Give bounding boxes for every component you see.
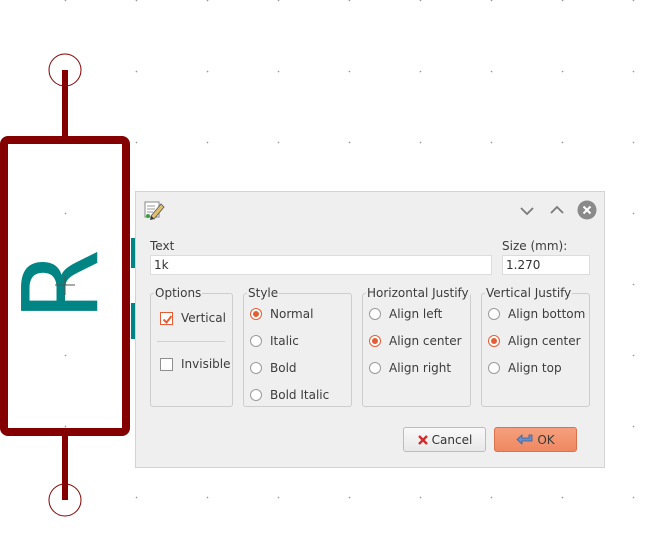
- h-align-center-radio[interactable]: Align center: [369, 334, 462, 348]
- maximize-icon[interactable]: [547, 200, 567, 220]
- v-align-bottom-radio[interactable]: Align bottom: [488, 307, 585, 321]
- radio-indicator[interactable]: [488, 335, 500, 347]
- text-label: Text: [150, 239, 175, 253]
- style-italic-radio[interactable]: Italic: [250, 334, 299, 348]
- radio-indicator[interactable]: [250, 389, 262, 401]
- v-align-top-radio[interactable]: Align top: [488, 361, 562, 375]
- options-divider: [157, 341, 225, 342]
- radio-indicator[interactable]: [250, 335, 262, 347]
- radio-indicator[interactable]: [369, 308, 381, 320]
- vertical-justify-title: Vertical Justify: [485, 286, 573, 300]
- horizontal-justify-title: Horizontal Justify: [366, 286, 470, 300]
- horizontal-justify-group: Horizontal Justify Align left Align cent…: [362, 286, 471, 407]
- ok-button[interactable]: OK: [494, 427, 577, 452]
- text-input[interactable]: [150, 255, 492, 275]
- close-icon[interactable]: [577, 200, 597, 220]
- ok-arrow-icon: [516, 433, 534, 446]
- size-label: Size (mm):: [502, 239, 568, 253]
- vertical-checkbox[interactable]: Vertical: [160, 311, 226, 325]
- vertical-label: Vertical: [181, 311, 226, 325]
- style-normal-radio[interactable]: Normal: [250, 307, 313, 321]
- edit-text-dialog: Text Size (mm): Options Vertical Invisib…: [135, 191, 605, 468]
- vertical-checkbox-box[interactable]: [160, 311, 173, 325]
- invisible-checkbox[interactable]: Invisible: [160, 357, 231, 371]
- size-input[interactable]: [502, 255, 590, 275]
- invisible-label: Invisible: [181, 357, 231, 371]
- style-group-title: Style: [247, 286, 280, 300]
- v-align-center-label: Align center: [508, 334, 581, 348]
- radio-indicator[interactable]: [369, 362, 381, 374]
- v-align-bottom-label: Align bottom: [508, 307, 586, 321]
- options-group: Options Vertical Invisible: [150, 286, 233, 407]
- dialog-titlebar[interactable]: [136, 192, 604, 226]
- h-align-center-label: Align center: [389, 334, 462, 348]
- style-bold-label: Bold: [270, 361, 297, 375]
- radio-indicator[interactable]: [488, 362, 500, 374]
- style-group: Style Normal Italic Bold Bold Italic: [243, 286, 352, 407]
- v-align-top-label: Align top: [508, 361, 562, 375]
- style-italic-label: Italic: [270, 334, 299, 348]
- minimize-icon[interactable]: [517, 200, 537, 220]
- options-group-title: Options: [154, 286, 203, 300]
- ok-label: OK: [537, 432, 555, 447]
- h-align-right-radio[interactable]: Align right: [369, 361, 451, 375]
- cancel-button[interactable]: Cancel: [403, 427, 486, 452]
- style-normal-label: Normal: [270, 307, 314, 321]
- radio-indicator[interactable]: [488, 308, 500, 320]
- h-align-left-label: Align left: [389, 307, 443, 321]
- style-bold-italic-radio[interactable]: Bold Italic: [250, 388, 329, 402]
- cancel-label: Cancel: [431, 432, 473, 447]
- style-bold-radio[interactable]: Bold: [250, 361, 297, 375]
- radio-indicator[interactable]: [250, 308, 262, 320]
- radio-indicator[interactable]: [369, 335, 381, 347]
- style-bold-italic-label: Bold Italic: [270, 388, 330, 402]
- invisible-checkbox-box[interactable]: [160, 357, 173, 371]
- vertical-justify-group: Vertical Justify Align bottom Align cent…: [481, 286, 590, 407]
- cancel-x-icon: [417, 434, 429, 446]
- h-align-right-label: Align right: [389, 361, 452, 375]
- radio-indicator[interactable]: [250, 362, 262, 374]
- h-align-left-radio[interactable]: Align left: [369, 307, 442, 321]
- edit-field-icon: [143, 199, 165, 221]
- v-align-center-radio[interactable]: Align center: [488, 334, 581, 348]
